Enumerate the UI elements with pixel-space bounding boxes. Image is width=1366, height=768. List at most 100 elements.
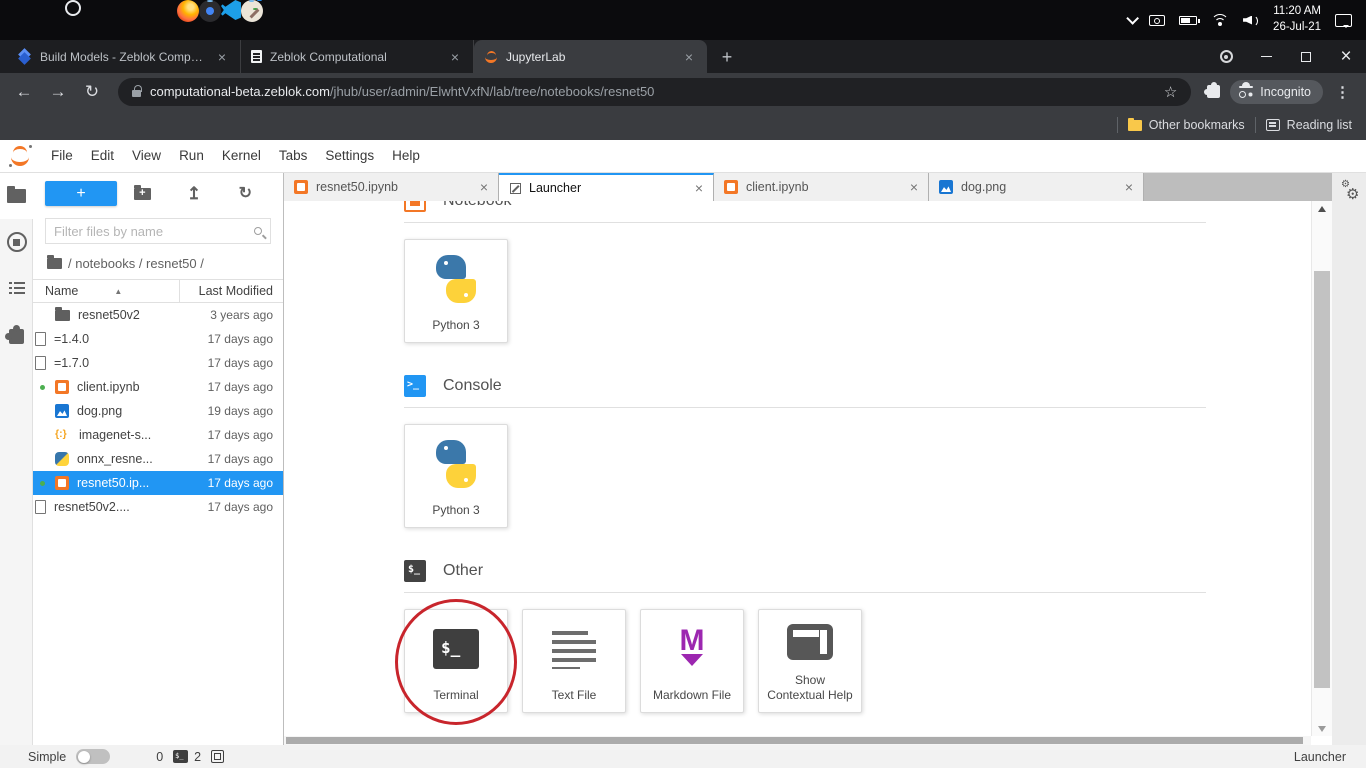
scrollbar-thumb[interactable] (286, 737, 1303, 744)
tab-close-icon[interactable] (447, 49, 463, 65)
new-folder-button[interactable] (117, 188, 168, 200)
new-folder-icon (134, 188, 151, 200)
lock-icon[interactable] (132, 90, 141, 97)
scrollbar-thumb[interactable] (1314, 271, 1330, 688)
clock[interactable]: 11:20 AM 26-Jul-21 (1273, 4, 1321, 35)
menu-item[interactable]: Tabs (270, 140, 317, 172)
taskbar-app[interactable] (65, 0, 81, 16)
browser-tab[interactable]: Zeblok Computational (241, 40, 474, 73)
home-folder-icon[interactable] (47, 258, 62, 269)
terminal-count[interactable]: 2 (194, 750, 201, 764)
file-list-item[interactable]: imagenet-s... 17 days ago (33, 423, 283, 447)
tab-close-icon[interactable] (681, 49, 697, 65)
battery-icon[interactable] (1179, 16, 1197, 25)
taskbar-app[interactable] (241, 0, 263, 22)
taskbar-app[interactable] (177, 0, 199, 22)
launcher-card[interactable]: Terminal (404, 609, 508, 713)
filter-files-input[interactable] (54, 224, 254, 239)
launcher-card[interactable]: Show Contextual Help (758, 609, 862, 713)
file-list-item[interactable]: =1.7.0 17 days ago (33, 351, 283, 375)
tab-close-icon[interactable] (214, 49, 230, 65)
tab-favicon (484, 50, 498, 64)
menu-item[interactable]: View (123, 140, 170, 172)
menu-item[interactable]: File (42, 140, 82, 172)
tray-chevron-icon[interactable] (1126, 12, 1139, 25)
upload-button[interactable] (168, 185, 219, 202)
notification-center-icon[interactable] (1335, 14, 1352, 27)
taskbar-app[interactable] (81, 0, 129, 40)
browser-menu-icon[interactable] (1329, 83, 1356, 101)
sidebar-tab-running-sessions[interactable] (0, 219, 33, 265)
sidebar-tab-extension-manager[interactable] (0, 311, 33, 357)
taskbar-app[interactable] (221, 0, 241, 20)
card-label: Show Contextual Help (759, 673, 861, 712)
file-type-icon (55, 476, 69, 490)
document-tab-close-icon[interactable] (695, 181, 703, 195)
document-tab-close-icon[interactable] (480, 180, 488, 194)
terminal-status-icon[interactable] (173, 750, 188, 763)
file-list-item[interactable]: dog.png 19 days ago (33, 399, 283, 423)
browser-tab[interactable]: Build Models - Zeblok Computati (8, 40, 241, 73)
scroll-up-icon[interactable] (1318, 206, 1326, 212)
file-list-item[interactable]: resnet50v2 3 years ago (33, 303, 283, 327)
other-bookmarks[interactable]: Other bookmarks (1128, 118, 1245, 132)
wifi-icon[interactable] (1211, 14, 1229, 27)
document-tab-close-icon[interactable] (1125, 180, 1133, 194)
section-header: Console (404, 372, 1206, 400)
new-tab-button[interactable] (713, 43, 741, 71)
taskbar-app[interactable] (199, 0, 221, 22)
column-header-modified[interactable]: Last Modified (180, 284, 283, 298)
browser-tab[interactable]: JupyterLab (474, 40, 707, 73)
menu-item[interactable]: Settings (316, 140, 383, 172)
column-header-name[interactable]: Name (33, 280, 180, 302)
document-tab[interactable]: Launcher (499, 173, 714, 201)
horizontal-scrollbar[interactable] (284, 736, 1311, 745)
document-tab-close-icon[interactable] (910, 180, 918, 194)
document-tab[interactable]: dog.png (929, 173, 1144, 201)
file-list-item[interactable]: client.ipynb 17 days ago (33, 375, 283, 399)
launcher-card[interactable]: Python 3 (404, 424, 508, 528)
minimize-button[interactable] (1246, 40, 1286, 73)
menu-item[interactable]: Run (170, 140, 213, 172)
sidebar-tab-file-browser[interactable] (0, 173, 33, 219)
bookmark-star-icon[interactable] (1164, 83, 1177, 101)
file-list-item[interactable]: =1.4.0 17 days ago (33, 327, 283, 351)
document-tab[interactable]: client.ipynb (714, 173, 929, 201)
maximize-button[interactable] (1286, 40, 1326, 73)
extension-record-icon[interactable] (1206, 40, 1246, 73)
taskbar-app[interactable] (17, 0, 65, 40)
launcher-card[interactable]: Text File (522, 609, 626, 713)
cast-icon[interactable] (1149, 15, 1165, 26)
reading-list[interactable]: Reading list (1266, 118, 1352, 132)
file-list-item[interactable]: resnet50v2.... 17 days ago (33, 495, 283, 519)
new-launcher-button[interactable] (45, 181, 117, 206)
kernel-count[interactable]: 0 (156, 750, 163, 764)
menu-item[interactable]: Edit (82, 140, 123, 172)
forward-button[interactable]: → (44, 78, 72, 106)
volume-icon[interactable] (1243, 14, 1259, 27)
reload-button[interactable]: ↻ (78, 78, 106, 106)
simple-mode-toggle[interactable] (76, 749, 110, 764)
sidebar-tab-table-of-contents[interactable] (0, 265, 33, 311)
breadcrumb[interactable]: / notebooks / resnet50 / (33, 250, 283, 277)
vertical-scrollbar[interactable] (1311, 201, 1332, 736)
kernel-chip-icon[interactable] (211, 750, 224, 763)
tab-favicon (18, 50, 32, 64)
taskbar-app[interactable] (0, 0, 17, 17)
close-button[interactable] (1326, 40, 1366, 73)
address-bar[interactable]: computational-beta.zeblok.com/jhub/user/… (118, 78, 1191, 106)
section-title: Notebook (443, 201, 512, 210)
file-name: resnet50.ip... (77, 476, 177, 490)
launcher-card[interactable]: Markdown File (640, 609, 744, 713)
menu-item[interactable]: Help (383, 140, 429, 172)
document-tab[interactable]: resnet50.ipynb (284, 173, 499, 201)
menu-item[interactable]: Kernel (213, 140, 270, 172)
refresh-button[interactable] (220, 186, 271, 202)
extensions-icon[interactable] (1207, 85, 1220, 98)
taskbar-app[interactable] (129, 0, 177, 40)
file-list-item[interactable]: resnet50.ip... 17 days ago (33, 471, 283, 495)
back-button[interactable]: ← (10, 78, 38, 106)
file-list-item[interactable]: onnx_resne... 17 days ago (33, 447, 283, 471)
launcher-card[interactable]: Python 3 (404, 239, 508, 343)
scroll-down-icon[interactable] (1318, 726, 1326, 732)
